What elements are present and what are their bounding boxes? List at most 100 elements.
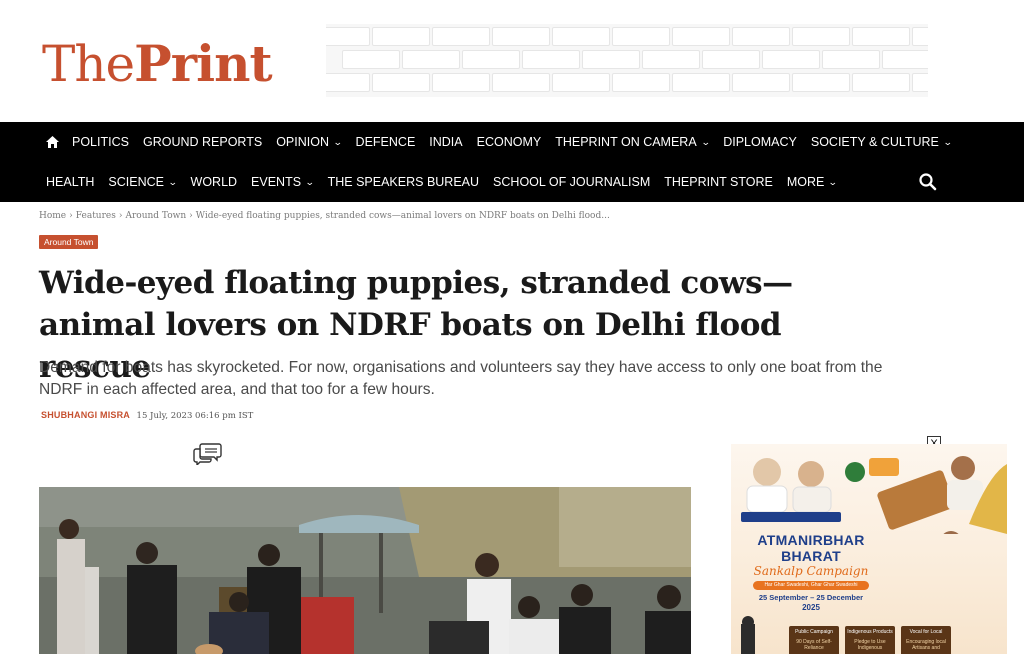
ad-box-sub: Pledge to Use Indigenous <box>854 639 886 651</box>
ad-pattern-brick <box>672 27 730 46</box>
ad-pattern-brick <box>852 27 910 46</box>
comment-icon[interactable] <box>193 441 223 465</box>
nav-item-label: DEFENCE <box>355 135 416 149</box>
ad-pattern-brick <box>912 73 928 92</box>
breadcrumb-home[interactable]: Home <box>39 211 66 221</box>
chevron-down-icon: ⌄ <box>828 176 839 187</box>
breadcrumb-around-town[interactable]: Around Town <box>125 211 186 221</box>
search-icon[interactable] <box>918 172 938 192</box>
ad-pattern-brick <box>372 27 430 46</box>
breadcrumb-separator: › <box>118 211 123 221</box>
article-hero-image <box>39 487 691 654</box>
home-icon[interactable] <box>46 136 59 148</box>
ad-box-title: Public Campaign <box>795 629 833 635</box>
ad-pattern-brick <box>326 27 370 46</box>
ad-info-box: Public Campaign 90 Days of Self-Reliance <box>789 626 839 654</box>
nav-item[interactable]: THEPRINT ON CAMERA ⌄ <box>555 135 711 149</box>
nav-item[interactable]: DEFENCE <box>356 135 416 149</box>
chevron-down-icon: ⌄ <box>700 136 711 147</box>
ad-box-sub: 90 Days of Self-Reliance <box>796 639 832 651</box>
nav-item[interactable]: SOCIETY & CULTURE ⌄ <box>810 135 953 149</box>
nav-item[interactable]: THEPRINT STORE <box>664 175 773 189</box>
byline: SHUBHANGI MISRA 15 July, 2023 06:16 pm I… <box>41 410 253 421</box>
breadcrumb: Home › Features › Around Town › Wide-eyed floa… <box>39 211 610 221</box>
nav-item-label: SCIENCE <box>108 175 164 189</box>
nav-item-label: THEPRINT STORE <box>664 175 773 189</box>
ad-pattern-brick <box>552 73 610 92</box>
nav-item-label: EVENTS <box>251 175 302 189</box>
hero-photo-illustration <box>39 487 691 654</box>
nav-item-label: WORLD <box>190 175 238 189</box>
chevron-down-icon: ⌄ <box>332 136 343 147</box>
nav-item[interactable]: SCHOOL OF JOURNALISM <box>493 175 650 189</box>
breadcrumb-separator: › <box>189 211 193 221</box>
nav-item-label: SCHOOL OF JOURNALISM <box>493 175 651 189</box>
nav-item-label: MORE <box>786 175 825 189</box>
ad-pattern-brick <box>732 73 790 92</box>
ad-title-line2: BHARAT <box>781 548 841 564</box>
ad-tagline: Har Ghar Swadeshi, Ghar Ghar Swadeshi <box>753 581 869 590</box>
article-standfirst: Demand for boats has skyrocketed. For no… <box>39 359 883 398</box>
publish-date: 15 July, 2023 06:16 pm IST <box>136 411 254 421</box>
nav-item-label: DIPLOMACY <box>723 135 797 149</box>
ad-pattern-brick <box>822 50 880 69</box>
ad-pattern-brick <box>582 50 640 69</box>
ad-statue-illustration <box>741 616 755 654</box>
ad-info-box: Vocal for Local Encouraging local Artisa… <box>901 626 951 654</box>
breadcrumb-separator: › <box>69 211 73 221</box>
ad-pattern-brick <box>912 27 928 46</box>
nav-item-label: POLITICS <box>72 135 129 149</box>
nav-item-label: GROUND REPORTS <box>142 135 263 149</box>
ad-title-line1: ATMANIRBHAR <box>757 532 865 548</box>
nav-item[interactable]: OPINION ⌄ <box>276 135 343 149</box>
nav-item[interactable]: GROUND REPORTS <box>143 135 262 149</box>
category-tag[interactable]: Around Town <box>39 235 99 249</box>
ad-pattern-brick <box>702 50 760 69</box>
nav-row-secondary: HEALTH SCIENCE ⌄ WORLD EVENTS ⌄ THE SPEAKERS B… <box>46 162 851 202</box>
chevron-down-icon: ⌄ <box>167 176 178 187</box>
ad-pattern-row <box>342 50 928 70</box>
ad-pattern-brick <box>792 73 850 92</box>
nav-item[interactable]: SCIENCE ⌄ <box>108 175 178 189</box>
nav-item[interactable]: ECONOMY <box>477 135 542 149</box>
nav-item-label: OPINION <box>276 135 329 149</box>
nav-item[interactable]: INDIA <box>429 135 462 149</box>
ad-pattern-brick <box>432 27 490 46</box>
site-logo[interactable]: ThePrint <box>42 34 273 93</box>
logo-print: Print <box>134 34 272 93</box>
ad-pattern-brick <box>792 27 850 46</box>
ad-pattern-brick <box>732 27 790 46</box>
ad-pattern-row <box>326 73 928 93</box>
ad-box-title: Indigenous Products <box>847 629 893 635</box>
top-banner-ad[interactable] <box>326 24 928 97</box>
nav-item-label: INDIA <box>429 135 463 149</box>
ad-pattern-brick <box>462 50 520 69</box>
chevron-down-icon: ⌄ <box>304 176 315 187</box>
breadcrumb-features[interactable]: Features <box>76 211 116 221</box>
ad-pattern-brick <box>612 27 670 46</box>
side-ad-banner[interactable]: ATMANIRBHAR BHARAT Sankalp Campaign Har … <box>731 444 1007 654</box>
nav-item[interactable]: THE SPEAKERS BUREAU <box>328 175 479 189</box>
author-link[interactable]: SHUBHANGI MISRA <box>41 410 130 420</box>
nav-item[interactable]: POLITICS <box>72 135 129 149</box>
ad-pattern-brick <box>642 50 700 69</box>
ad-pattern-brick <box>372 73 430 92</box>
nav-item[interactable]: MORE ⌄ <box>786 175 839 189</box>
ad-pattern-brick <box>852 73 910 92</box>
ad-pattern-brick <box>492 27 550 46</box>
chevron-down-icon: ⌄ <box>942 136 953 147</box>
nav-item[interactable]: WORLD <box>191 175 238 189</box>
main-nav: POLITICS GROUND REPORTS OPINION ⌄ DEFENCE IND… <box>0 122 1024 202</box>
nav-item[interactable]: EVENTS ⌄ <box>251 175 315 189</box>
ad-box-sub: Encouraging local Artisans and <box>906 639 946 651</box>
nav-item[interactable]: HEALTH <box>46 175 94 189</box>
logo-the: The <box>42 35 135 93</box>
ad-pattern-brick <box>762 50 820 69</box>
ad-pattern-brick <box>672 73 730 92</box>
ad-dates: 25 September – 25 December <box>758 593 864 602</box>
breadcrumb-current: Wide-eyed floating puppies, stranded cow… <box>195 211 610 221</box>
nav-item-label: SOCIETY & CULTURE <box>810 135 939 149</box>
ad-pattern-brick <box>492 73 550 92</box>
ad-pattern-brick <box>522 50 580 69</box>
nav-item[interactable]: DIPLOMACY <box>723 135 797 149</box>
